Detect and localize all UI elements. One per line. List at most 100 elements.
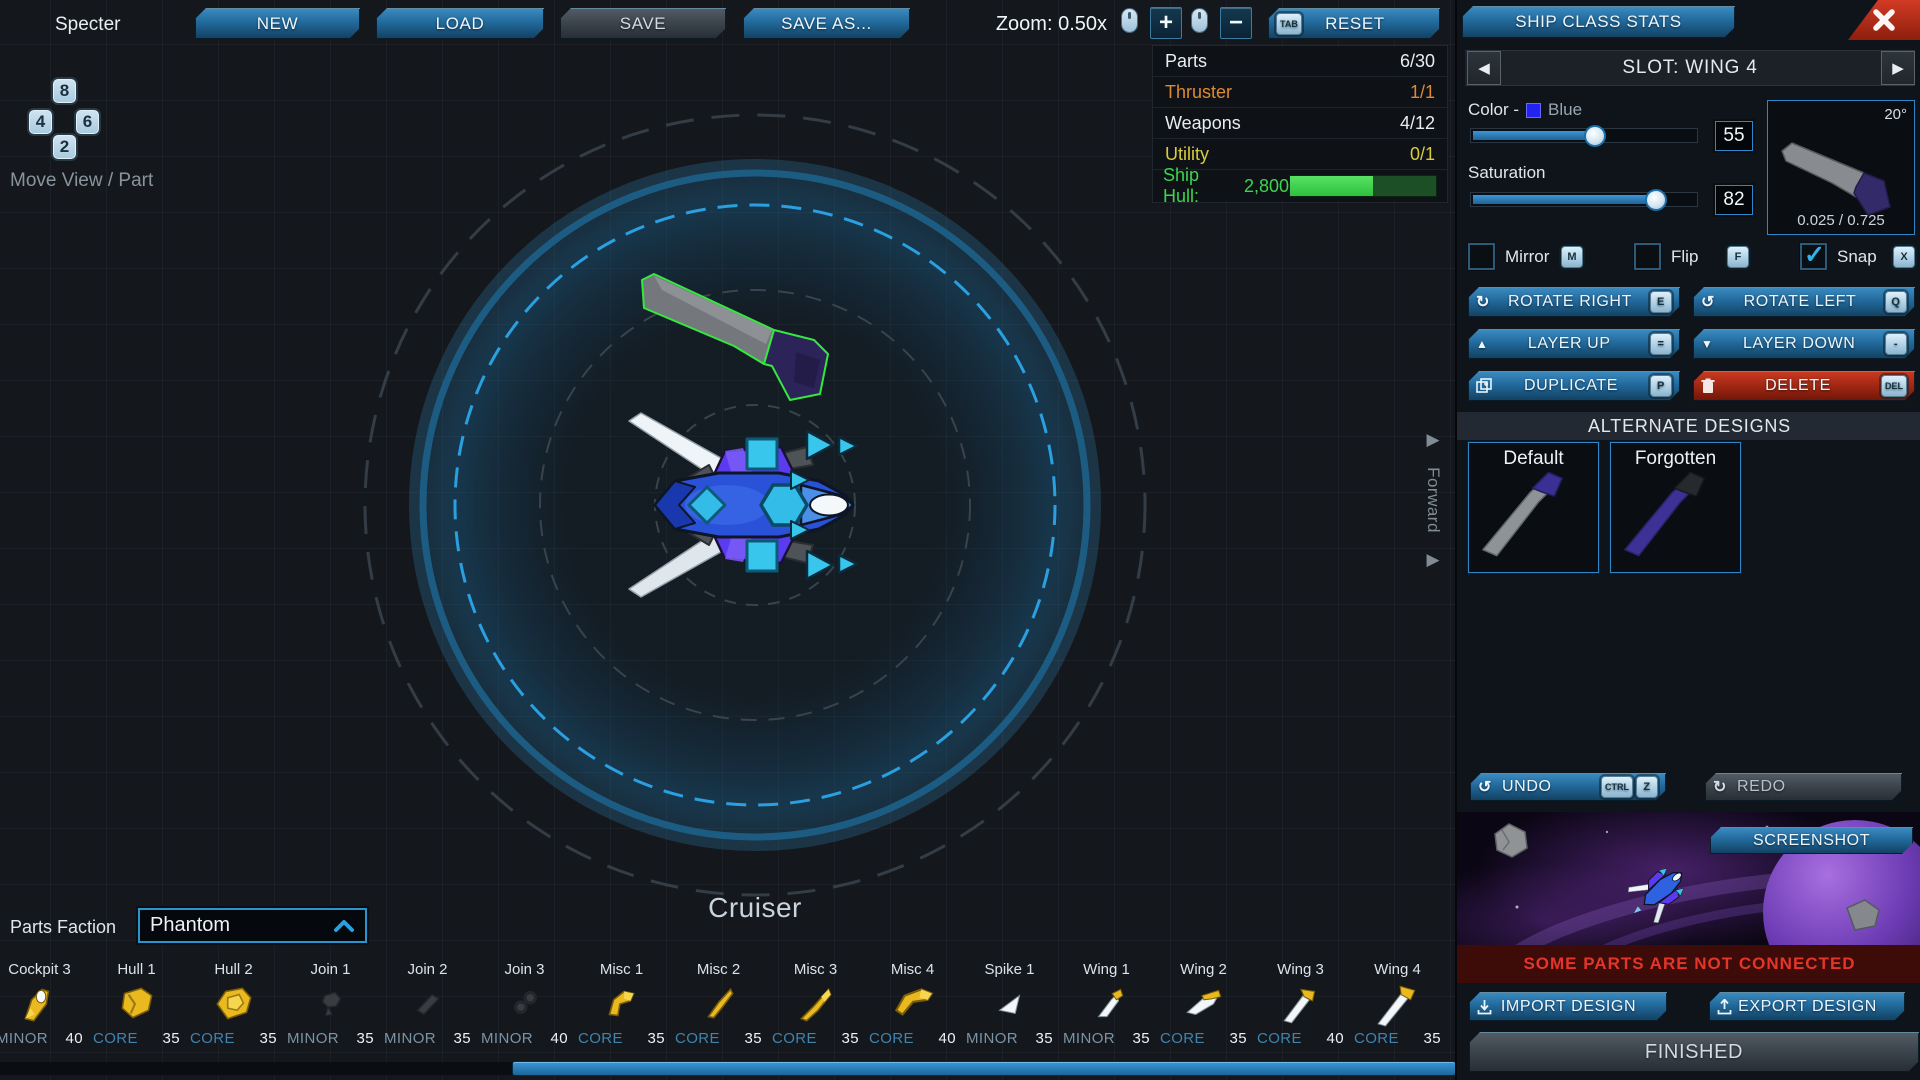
- part-name: Hull 2: [214, 961, 252, 978]
- z-keycap: Z: [1636, 776, 1658, 798]
- part-type: CORE: [772, 1030, 817, 1047]
- part-item[interactable]: Cockpit 3 MINOR 40: [0, 955, 88, 1047]
- stat-value: 1/1: [1410, 82, 1435, 103]
- part-item[interactable]: Wing 3 CORE 40: [1252, 955, 1349, 1047]
- part-meta: CORE 35: [1349, 1030, 1446, 1047]
- parts-scrollbar-thumb[interactable]: [513, 1062, 1455, 1075]
- stat-label: Weapons: [1165, 113, 1241, 134]
- checkbox[interactable]: [1800, 243, 1827, 270]
- undo-icon: ↺: [1478, 777, 1492, 797]
- part-cost: 40: [551, 1030, 569, 1047]
- reset-view-button[interactable]: TAB RESET: [1268, 8, 1440, 39]
- undo-button[interactable]: ↺ UNDO CTRL Z: [1470, 773, 1666, 801]
- part-item[interactable]: Wing 4 CORE 35: [1349, 955, 1446, 1047]
- part-icon: [405, 981, 451, 1027]
- redo-button[interactable]: ↻ REDO: [1705, 773, 1902, 801]
- part-cost: 35: [260, 1030, 278, 1047]
- part-item[interactable]: Hull 2 CORE 35: [185, 955, 282, 1047]
- part-meta: CORE 35: [88, 1030, 185, 1047]
- layer-down-button[interactable]: ▼ LAYER DOWN -: [1693, 329, 1915, 359]
- checkbox[interactable]: [1468, 243, 1495, 270]
- stat-row: Thruster 1/1: [1153, 77, 1447, 108]
- prev-slot-button[interactable]: ◀: [1467, 51, 1501, 85]
- alternate-design-item[interactable]: Default: [1468, 442, 1599, 573]
- stat-value: 0/1: [1410, 144, 1435, 165]
- ship-design[interactable]: [620, 400, 890, 610]
- zoom-in-button[interactable]: +: [1150, 7, 1182, 39]
- rotate-right-button[interactable]: ↻ ROTATE RIGHT E: [1468, 287, 1680, 317]
- layer-up-button[interactable]: ▲ LAYER UP =: [1468, 329, 1680, 359]
- part-cost: 40: [939, 1030, 957, 1047]
- part-cost: 35: [163, 1030, 181, 1047]
- part-icon: [1181, 981, 1227, 1027]
- screenshot-button[interactable]: SCREENSHOT: [1710, 827, 1913, 854]
- part-name: Join 1: [310, 961, 350, 978]
- zoom-level-label: Zoom: 0.50x: [995, 13, 1107, 36]
- part-item[interactable]: Hull 1 CORE 35: [88, 955, 185, 1047]
- finished-button[interactable]: FINISHED: [1469, 1032, 1919, 1072]
- part-meta: CORE 35: [573, 1030, 670, 1047]
- part-icon: [308, 981, 354, 1027]
- parts-faction-select[interactable]: Phantom: [138, 908, 367, 943]
- duplicate-icon: [1476, 378, 1492, 394]
- save-as-button[interactable]: SAVE AS...: [743, 8, 910, 39]
- color-field-label: Color - Blue: [1468, 100, 1582, 120]
- selected-part-wing4[interactable]: [636, 272, 836, 404]
- parts-faction-label: Parts Faction: [10, 917, 116, 938]
- export-design-button[interactable]: EXPORT DESIGN: [1709, 992, 1905, 1021]
- part-item[interactable]: Spike 1 MINOR 35: [961, 955, 1058, 1047]
- part-name: Misc 1: [600, 961, 643, 978]
- part-item[interactable]: Wing 1 MINOR 35: [1058, 955, 1155, 1047]
- part-icon: [1278, 981, 1324, 1027]
- ship-class-stats-button[interactable]: SHIP CLASS STATS: [1462, 6, 1735, 38]
- part-icon: [793, 981, 839, 1027]
- forward-arrow-icon: ▶: [1426, 430, 1439, 450]
- slider-knob[interactable]: [1584, 125, 1606, 147]
- alternate-design-item[interactable]: Forgotten: [1610, 442, 1741, 573]
- part-item[interactable]: Wing 2 CORE 35: [1155, 955, 1252, 1047]
- toggle-key: F: [1727, 246, 1749, 268]
- import-design-button[interactable]: IMPORT DESIGN: [1469, 992, 1667, 1021]
- rotate-clockwise-icon: ↻: [1476, 292, 1490, 312]
- chevron-up-icon: [333, 919, 355, 933]
- part-item[interactable]: Join 1 MINOR 35: [282, 955, 379, 1047]
- load-button[interactable]: LOAD: [376, 8, 544, 39]
- parts-list: Cockpit 3 MINOR 40 Hull 1 CORE 35 Hull 2…: [0, 955, 1446, 1047]
- part-icon: [17, 981, 63, 1027]
- rotate-left-keycap: Q: [1885, 291, 1907, 313]
- part-cost: 35: [454, 1030, 472, 1047]
- checkbox[interactable]: [1634, 243, 1661, 270]
- saturation-value-box[interactable]: 82: [1715, 185, 1753, 215]
- duplicate-button[interactable]: DUPLICATE P: [1468, 371, 1680, 401]
- stat-row: Weapons 4/12: [1153, 108, 1447, 139]
- part-meta: MINOR 35: [1058, 1030, 1155, 1047]
- zoom-out-button[interactable]: −: [1220, 7, 1252, 39]
- part-item[interactable]: Misc 2 CORE 35: [670, 955, 767, 1047]
- color-slider[interactable]: [1470, 128, 1698, 143]
- move-up-keycap: 8: [53, 79, 76, 103]
- layer-down-keycap: -: [1885, 333, 1907, 355]
- part-type: MINOR: [0, 1030, 48, 1047]
- slot-header: SLOT: WING 4: [1465, 50, 1915, 86]
- slider-knob[interactable]: [1645, 189, 1667, 211]
- alternate-designs-header: ALTERNATE DESIGNS: [1457, 412, 1920, 440]
- part-item[interactable]: Misc 4 CORE 40: [864, 955, 961, 1047]
- saturation-slider[interactable]: [1470, 192, 1698, 207]
- new-button[interactable]: NEW: [195, 8, 360, 39]
- color-name: Blue: [1548, 100, 1582, 120]
- parts-scrollbar-track[interactable]: [0, 1062, 1455, 1075]
- part-item[interactable]: Join 3 MINOR 40: [476, 955, 573, 1047]
- rotate-left-button[interactable]: ↺ ROTATE LEFT Q: [1693, 287, 1915, 317]
- color-value-box[interactable]: 55: [1715, 121, 1753, 151]
- part-item[interactable]: Misc 1 CORE 35: [573, 955, 670, 1047]
- part-name: Cockpit 3: [8, 961, 71, 978]
- trash-icon: [1701, 378, 1715, 394]
- delete-button[interactable]: DELETE DEL: [1693, 371, 1915, 401]
- close-icon: [1872, 8, 1896, 32]
- save-button[interactable]: SAVE: [560, 8, 726, 39]
- next-slot-button[interactable]: ▶: [1881, 51, 1915, 85]
- part-item[interactable]: Misc 3 CORE 35: [767, 955, 864, 1047]
- move-left-keycap: 4: [29, 110, 52, 134]
- toggle-label: Flip: [1671, 247, 1717, 267]
- part-item[interactable]: Join 2 MINOR 35: [379, 955, 476, 1047]
